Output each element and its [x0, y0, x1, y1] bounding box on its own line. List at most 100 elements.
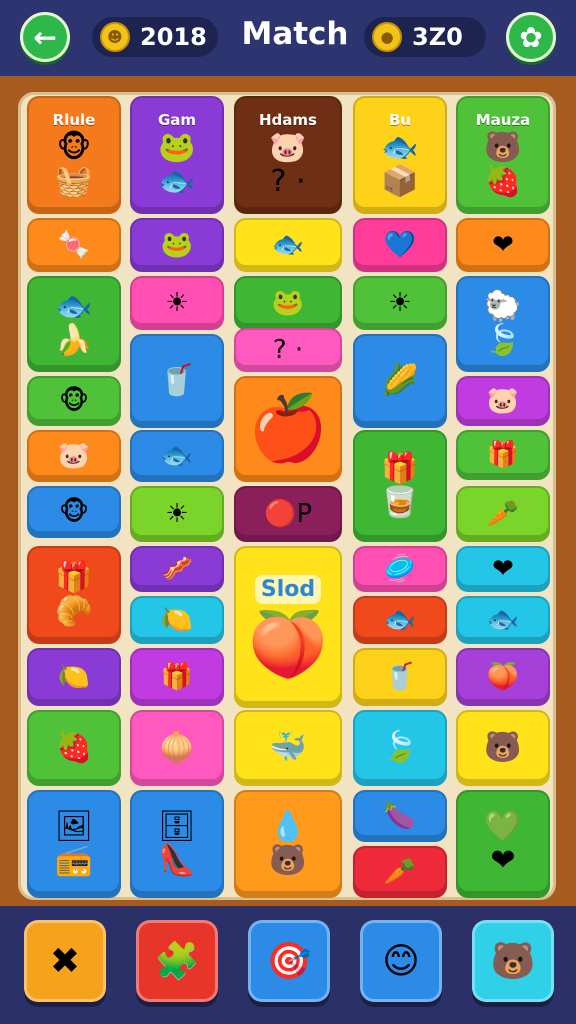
tile[interactable]: 🐟 — [234, 218, 342, 272]
tile[interactable]: 🐸 — [234, 276, 342, 330]
tile[interactable]: 🐟 — [456, 596, 550, 644]
tile[interactable]: 🐷 — [27, 430, 121, 482]
coin-icon: ● — [372, 22, 402, 52]
tile[interactable]: 🥏 — [353, 546, 447, 592]
tile-icon: 🗄 — [157, 809, 197, 844]
tile[interactable]: 🥤 — [353, 648, 447, 706]
tile[interactable]: Gam 🐸 🐟 — [130, 96, 224, 214]
back-button[interactable]: ← — [20, 12, 70, 62]
score-display: ☻ 2018 — [92, 17, 218, 57]
tile-icon: 🐟 — [486, 605, 520, 635]
tile[interactable]: ☀ — [130, 276, 224, 330]
tile-icon: 🐟 — [160, 441, 194, 471]
tile[interactable]: ❤ — [456, 546, 550, 592]
tile[interactable]: 🍎 — [234, 376, 342, 482]
tile-icon: 🐑 — [484, 289, 522, 324]
tile[interactable]: 🌽 — [353, 334, 447, 428]
tile-icon: 🐷 — [486, 386, 520, 416]
tile[interactable]: 🖼 📻 — [27, 790, 121, 898]
tile-icon: 🍃 — [484, 323, 522, 358]
tile[interactable]: 🐸 — [130, 218, 224, 272]
tile[interactable]: 🎁 — [456, 430, 550, 480]
shuffle-icon: ✖ — [49, 940, 81, 982]
tile[interactable]: 🍋 — [27, 648, 121, 706]
tile-icon: 🐵 — [58, 386, 90, 416]
settings-button[interactable]: ✿ — [506, 12, 556, 62]
tile-icon: 🎁 — [486, 440, 520, 470]
tile[interactable]: 🐵 — [27, 486, 121, 538]
tile[interactable]: 🔴P — [234, 486, 342, 542]
tile[interactable]: 🍋 — [130, 596, 224, 644]
tile[interactable]: 🐟 — [130, 430, 224, 482]
tile[interactable]: 🥕 — [456, 486, 550, 542]
tile-icon: 🎁 — [160, 662, 194, 692]
tile-icon: 🐟 — [55, 289, 93, 324]
tile[interactable]: Mauza 🐻 🍓 — [456, 96, 550, 214]
tile-icon: 🐟 — [271, 230, 305, 260]
tile-icon: 🐷 — [269, 130, 307, 165]
tile-icon: ❤ — [490, 843, 516, 878]
tile[interactable]: 🥤 — [130, 334, 224, 428]
drop-powerup-button[interactable]: 😊 — [360, 920, 442, 1002]
tile-icon: 🐟 — [381, 130, 419, 165]
drop-icon: 😊 — [382, 940, 420, 982]
tile[interactable]: ☀ — [353, 276, 447, 330]
shuffle-powerup-button[interactable]: ✖ — [24, 920, 106, 1002]
tile-icon: 🍓 — [55, 730, 93, 765]
tile-icon: ☀ — [165, 288, 189, 318]
tile[interactable]: 🐟 🍌 — [27, 276, 121, 372]
column-label: Mauza — [475, 111, 531, 129]
tile-icon: 🍑 — [486, 662, 520, 692]
tile[interactable]: 🍬 — [27, 218, 121, 272]
tile[interactable]: 🐻 — [456, 710, 550, 786]
tile[interactable]: Slod 🍑 — [234, 546, 342, 708]
bear-powerup-button[interactable]: 🐻 — [472, 920, 554, 1002]
tile[interactable]: 🗄 👠 — [130, 790, 224, 898]
tile-icon: 🍋 — [57, 662, 91, 692]
tile[interactable]: Bu 🐟 📦 — [353, 96, 447, 214]
tile[interactable]: 💚 ❤ — [456, 790, 550, 898]
tile-icon: 🍆 — [383, 801, 417, 831]
page-title: Match — [241, 16, 349, 52]
tile-icon: 🐻 — [484, 730, 522, 765]
puzzle-powerup-button[interactable]: 🧩 — [136, 920, 218, 1002]
tile[interactable]: 🍆 — [353, 790, 447, 842]
tile[interactable]: 🎁 🥃 — [353, 430, 447, 542]
tile-icon: 🎁 — [381, 451, 419, 486]
top-bar: ← ☻ 2018 Match ● 3Z0 ✿ — [0, 0, 576, 76]
target-powerup-button[interactable]: 🎯 — [248, 920, 330, 1002]
special-tile-label: Slod — [254, 574, 322, 604]
settings-gear-icon: ✿ — [519, 20, 543, 54]
tile[interactable]: 🐟 — [353, 596, 447, 644]
tile[interactable]: 💧 🐻 — [234, 790, 342, 898]
tile[interactable]: 🧅 — [130, 710, 224, 786]
tile[interactable]: 🍑 — [456, 648, 550, 706]
tile[interactable]: ☀ — [130, 486, 224, 542]
tile-icon: 🎁 — [55, 560, 93, 595]
tile[interactable]: 🍓 — [27, 710, 121, 786]
tile[interactable]: 🥕 — [353, 846, 447, 898]
tile[interactable]: 🎁 — [130, 648, 224, 706]
tile[interactable]: ? · — [234, 328, 342, 372]
tile[interactable]: 💙 — [353, 218, 447, 272]
tile-icon: 🐻 — [269, 843, 307, 878]
tile[interactable]: ❤ — [456, 218, 550, 272]
tile-icon: 🖼 — [54, 809, 94, 844]
tile-icon: ❤ — [492, 230, 514, 260]
tile[interactable]: Hdams 🐷? · — [234, 96, 342, 214]
tile[interactable]: 🐷 — [456, 376, 550, 426]
tile-icon: 🐷 — [57, 441, 91, 471]
tile-icon: ❤ — [492, 554, 514, 584]
score-coin-icon: ☻ — [100, 22, 130, 52]
tile-icon: 🥕 — [486, 499, 520, 529]
tile[interactable]: 🐳 — [234, 710, 342, 786]
tile-icon: 👠 — [158, 843, 196, 878]
tile[interactable]: 🥓 — [130, 546, 224, 592]
tile[interactable]: 🐵 — [27, 376, 121, 426]
tile[interactable]: 🎁 🥐 — [27, 546, 121, 644]
tile[interactable]: 🍃 — [353, 710, 447, 786]
tile[interactable]: 🐑 🍃 — [456, 276, 550, 372]
tile[interactable]: Rlule 🐵 🧺 — [27, 96, 121, 214]
column-label: Hdams — [259, 111, 317, 129]
bear-icon: 🐻 — [490, 941, 536, 982]
